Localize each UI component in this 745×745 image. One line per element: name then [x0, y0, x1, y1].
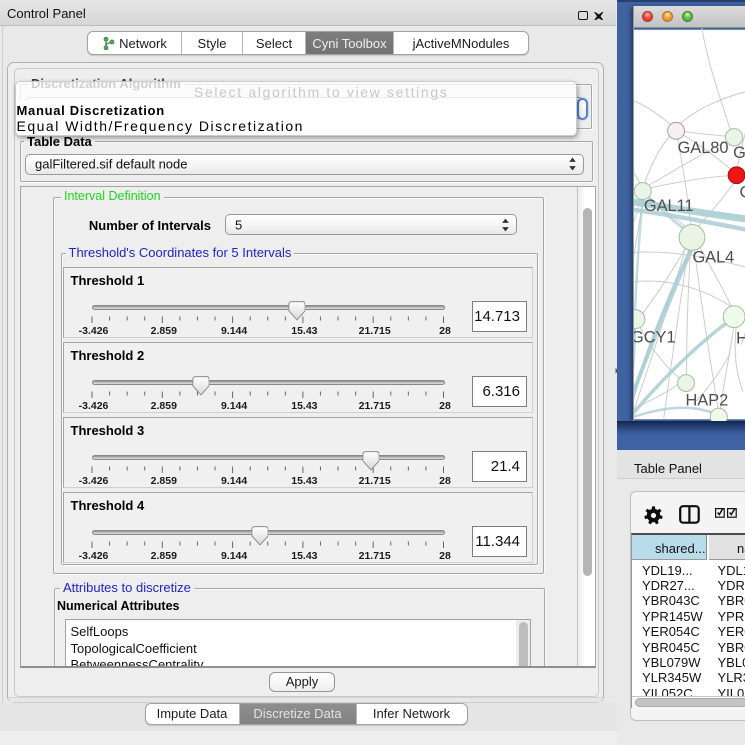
svg-text:GAL11: GAL11 [643, 197, 693, 215]
svg-text:GAL2: GAL2 [733, 144, 745, 162]
svg-text:GCY1: GCY1 [633, 328, 676, 346]
svg-text:GAL4: GAL4 [692, 248, 734, 266]
svg-text:GAL80: GAL80 [677, 139, 728, 157]
svg-text:CY: CY [739, 183, 745, 201]
svg-text:HIS: HIS [736, 329, 745, 347]
svg-text:HAP2: HAP2 [685, 391, 728, 409]
